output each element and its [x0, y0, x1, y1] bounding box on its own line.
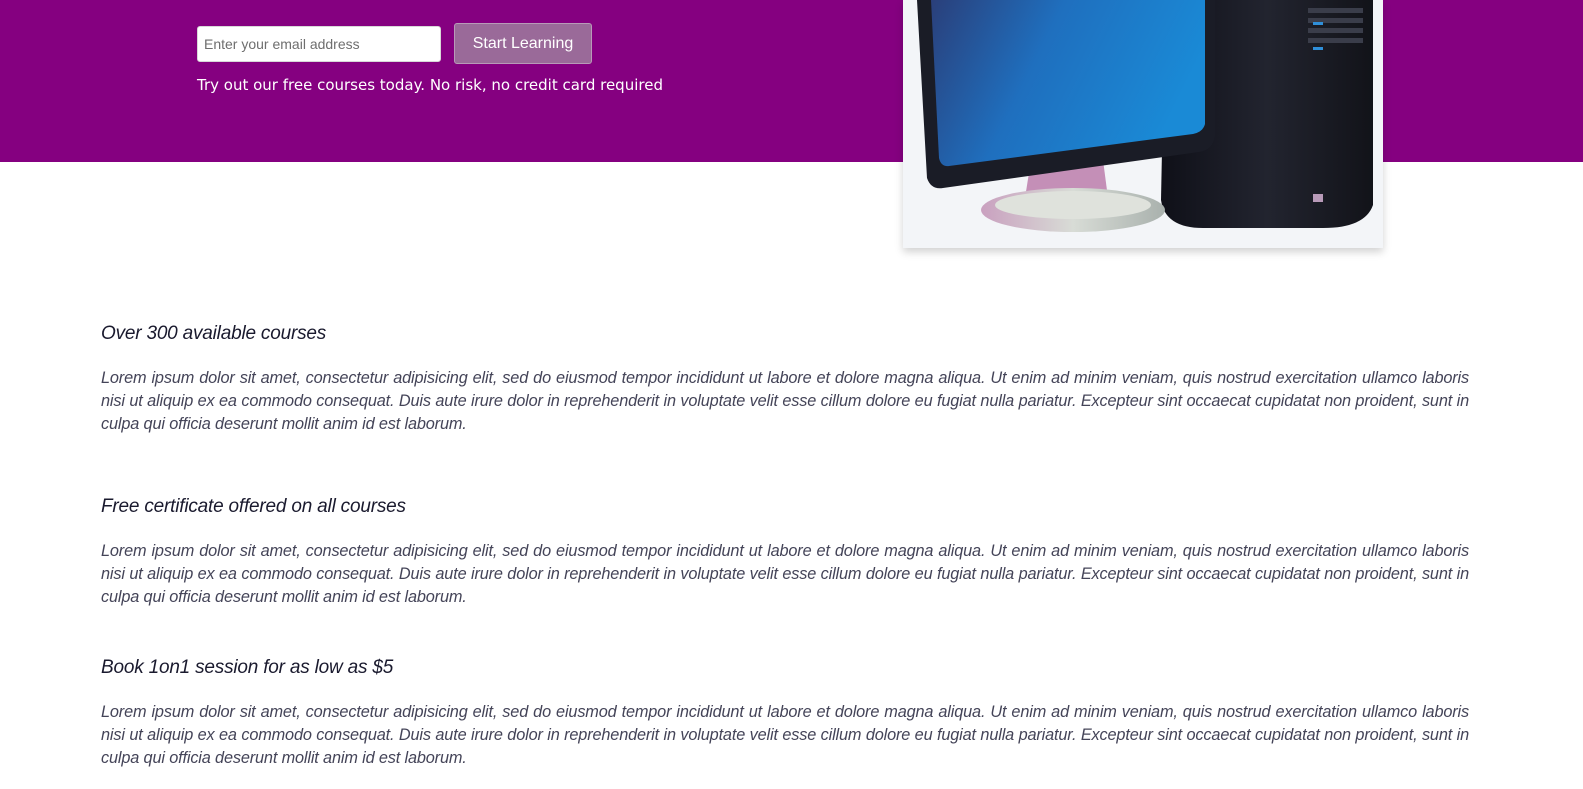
start-learning-button[interactable]: Start Learning — [454, 23, 592, 64]
feature-title: Free certificate offered on all courses — [101, 496, 406, 517]
feature-item: Over 300 available courses Lorem ipsum d… — [101, 323, 1469, 436]
feature-description: Lorem ipsum dolor sit amet, consectetur … — [101, 703, 1469, 767]
feature-item: Free certificate offered on all courses … — [101, 496, 1469, 609]
feature-description: Lorem ipsum dolor sit amet, consectetur … — [101, 542, 1469, 606]
feature-description: Lorem ipsum dolor sit amet, consectetur … — [101, 369, 1469, 433]
hero-tagline: Try out our free courses today. No risk,… — [197, 76, 663, 94]
email-input[interactable] — [197, 26, 441, 62]
desktop-computer-image — [903, 0, 1383, 248]
feature-title: Book 1on1 session for as low as $5 — [101, 657, 394, 678]
feature-title: Over 300 available courses — [101, 323, 327, 344]
feature-item: Book 1on1 session for as low as $5 Lorem… — [101, 657, 1469, 770]
